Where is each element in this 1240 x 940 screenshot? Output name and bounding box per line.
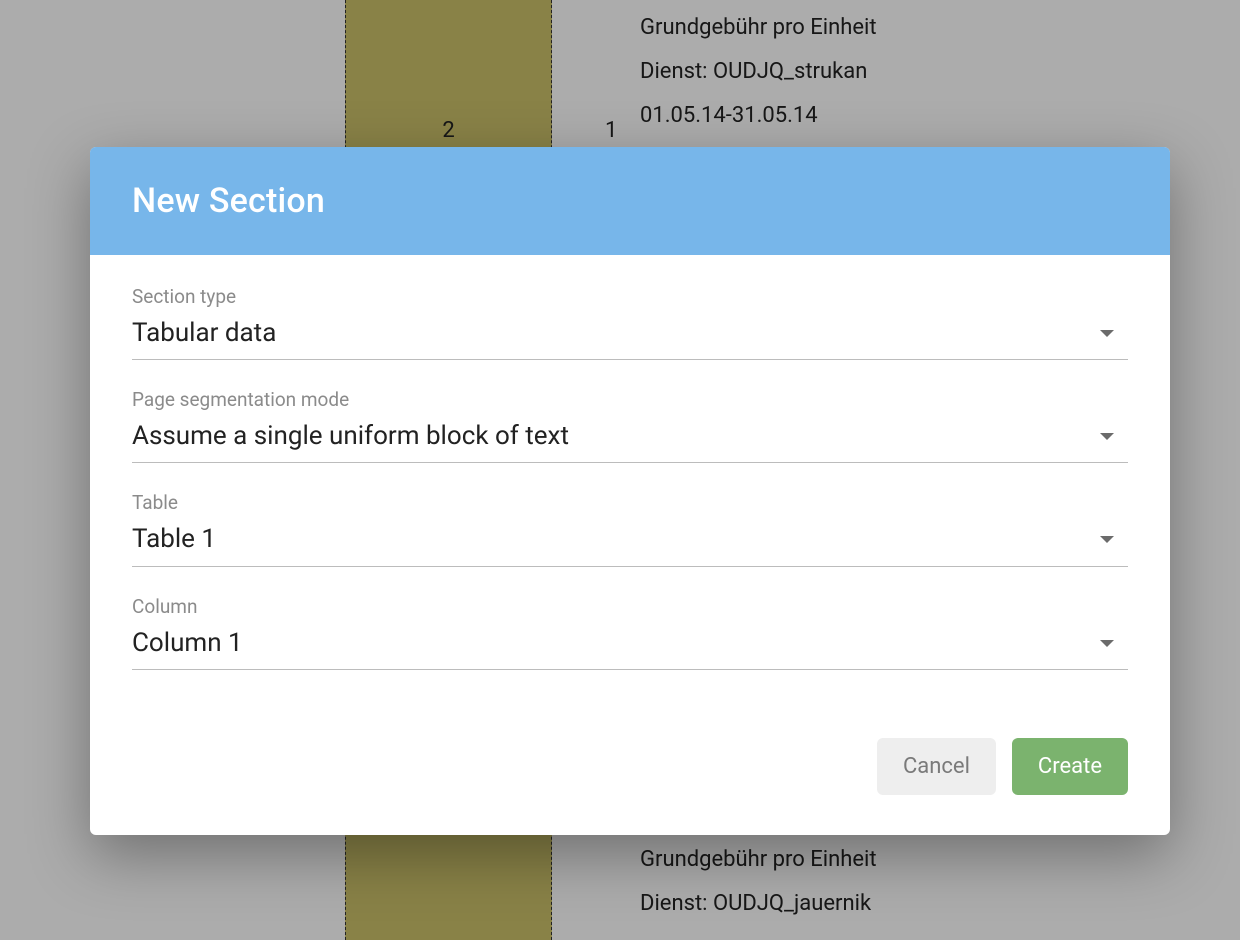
section-type-value: Tabular data — [132, 318, 276, 349]
new-section-modal: New Section Section type Tabular data Pa… — [90, 147, 1170, 835]
chevron-down-icon — [1100, 330, 1114, 337]
create-button[interactable]: Create — [1012, 738, 1128, 795]
chevron-down-icon — [1100, 536, 1114, 543]
modal-actions: Cancel Create — [90, 708, 1170, 835]
field-table: Table Table 1 — [132, 491, 1128, 566]
cancel-button[interactable]: Cancel — [877, 738, 996, 795]
psm-value: Assume a single uniform block of text — [132, 421, 569, 452]
table-label: Table — [132, 491, 1128, 514]
section-type-label: Section type — [132, 285, 1128, 308]
field-section-type: Section type Tabular data — [132, 285, 1128, 360]
modal-header: New Section — [90, 147, 1170, 255]
modal-body: Section type Tabular data Page segmentat… — [90, 255, 1170, 708]
table-select[interactable]: Table 1 — [132, 518, 1128, 566]
chevron-down-icon — [1100, 433, 1114, 440]
psm-select[interactable]: Assume a single uniform block of text — [132, 415, 1128, 463]
field-page-segmentation-mode: Page segmentation mode Assume a single u… — [132, 388, 1128, 463]
column-label: Column — [132, 595, 1128, 618]
column-select[interactable]: Column 1 — [132, 622, 1128, 670]
chevron-down-icon — [1100, 640, 1114, 647]
psm-label: Page segmentation mode — [132, 388, 1128, 411]
column-value: Column 1 — [132, 628, 243, 659]
field-column: Column Column 1 — [132, 595, 1128, 670]
section-type-select[interactable]: Tabular data — [132, 312, 1128, 360]
table-value: Table 1 — [132, 524, 216, 555]
modal-title: New Section — [132, 181, 1128, 221]
